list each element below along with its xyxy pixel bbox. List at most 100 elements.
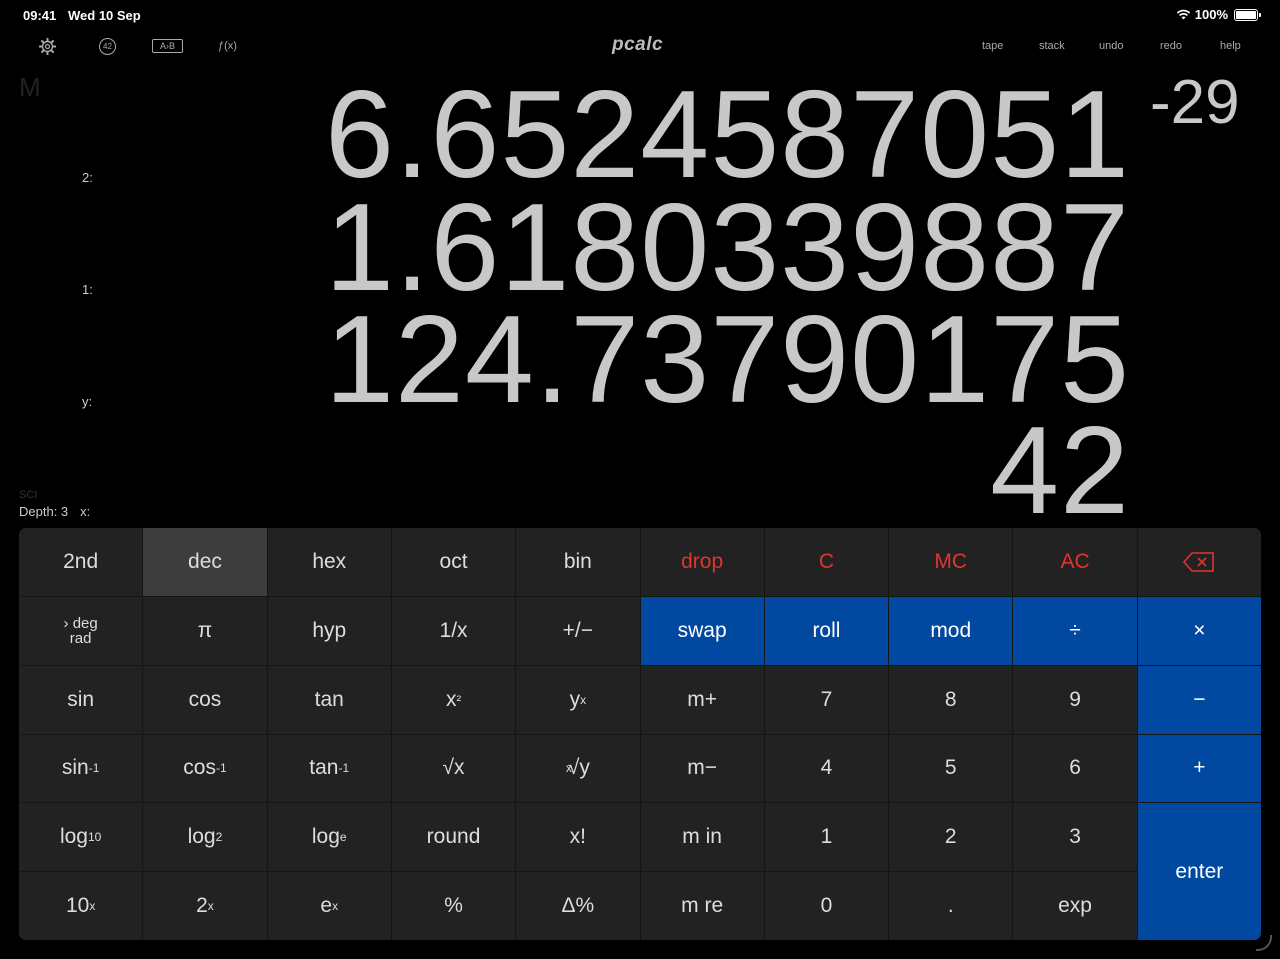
rad-label: rad [69, 629, 92, 647]
mode-indicator: SCI [19, 489, 38, 501]
stack-value-x[interactable]: 42 [990, 409, 1130, 533]
decimal-point-key[interactable]: . [889, 872, 1013, 940]
binary-mode-key[interactable]: bin [516, 528, 640, 596]
digit-8-key[interactable]: 8 [889, 665, 1013, 734]
redo-link[interactable]: redo [1160, 40, 1182, 52]
log2-sub: 2 [215, 830, 223, 845]
negate-key[interactable]: +/− [516, 596, 640, 665]
ten-power-key[interactable]: 10 x [19, 872, 143, 940]
constant-42-icon[interactable]: 42 [99, 38, 116, 55]
digit-9-key[interactable]: 9 [1013, 665, 1137, 734]
status-right: 100% [1176, 7, 1261, 22]
log2-key[interactable]: log 2 [143, 803, 267, 872]
roll-key[interactable]: roll [764, 596, 889, 665]
round-key[interactable]: round [391, 803, 516, 872]
ten-power-base: 10 [65, 894, 90, 918]
deg-rad-key[interactable]: › deg rad [19, 596, 143, 665]
exp-power-key[interactable]: ex [267, 872, 391, 940]
digit-3-key[interactable]: 3 [1013, 803, 1137, 872]
swap-key[interactable]: swap [640, 596, 764, 665]
stack-depth: Depth: 3 x: [19, 504, 90, 519]
power-key[interactable]: yx [516, 665, 640, 734]
battery-percent: 100% [1194, 7, 1228, 22]
help-link[interactable]: help [1220, 40, 1241, 52]
arctan-base: tan [309, 756, 339, 780]
depth-text: Depth: 3 [19, 504, 69, 519]
mod-key[interactable]: mod [889, 596, 1013, 665]
exp-power-exp: x [332, 899, 339, 914]
nth-root-key[interactable]: x √y [516, 734, 640, 803]
percent-key[interactable]: % [391, 872, 516, 940]
nth-root-body: √y [567, 756, 590, 780]
ln-key[interactable]: log e [267, 803, 391, 872]
stack-label-1: 1: [82, 282, 93, 297]
multiply-key[interactable]: × [1137, 596, 1261, 665]
octal-mode-key[interactable]: oct [391, 528, 516, 596]
factorial-key[interactable]: x! [516, 803, 640, 872]
drop-key[interactable]: drop [640, 528, 764, 596]
keypad: 2nd dec hex oct bin drop C MC AC › deg r… [19, 528, 1261, 940]
arccos-base: cos [183, 756, 216, 780]
exponent-entry-key[interactable]: exp [1013, 872, 1137, 940]
subtract-key[interactable]: − [1137, 665, 1261, 734]
wifi-icon [1176, 9, 1190, 20]
enter-key[interactable]: enter [1137, 803, 1261, 940]
digit-7-key[interactable]: 7 [764, 665, 889, 734]
digit-2-key[interactable]: 2 [889, 803, 1013, 872]
stack-link[interactable]: stack [1039, 40, 1065, 52]
exp-power-base: e [320, 894, 333, 918]
arccos-exp: -1 [215, 761, 227, 776]
pi-key[interactable]: π [143, 596, 267, 665]
backspace-icon [1183, 552, 1215, 572]
add-key[interactable]: + [1137, 734, 1261, 803]
percent-change-key[interactable]: Δ% [516, 872, 640, 940]
status-date: Wed 10 Sep [68, 8, 141, 23]
divide-key[interactable]: ÷ [1013, 596, 1137, 665]
arcsin-key[interactable]: sin -1 [19, 734, 143, 803]
digit-1-key[interactable]: 1 [764, 803, 889, 872]
memory-recall-key[interactable]: m re [640, 872, 764, 940]
hyperbolic-key[interactable]: hyp [267, 596, 391, 665]
decimal-mode-key[interactable]: dec [143, 528, 267, 596]
backspace-key[interactable] [1137, 528, 1261, 596]
stack-label-x: x: [80, 504, 91, 519]
digit-0-key[interactable]: 0 [764, 872, 889, 940]
ten-power-exp: x [89, 899, 96, 914]
digit-6-key[interactable]: 6 [1013, 734, 1137, 803]
log10-key[interactable]: log 10 [19, 803, 143, 872]
stack-label-2: 2: [82, 170, 93, 185]
tan-key[interactable]: tan [267, 665, 391, 734]
all-clear-key[interactable]: AC [1013, 528, 1137, 596]
ln-sub: e [339, 830, 347, 845]
memory-add-key[interactable]: m+ [640, 665, 764, 734]
two-power-key[interactable]: 2x [143, 872, 267, 940]
power-base: y [569, 687, 581, 711]
digit-5-key[interactable]: 5 [889, 734, 1013, 803]
reciprocal-key[interactable]: 1/x [391, 596, 516, 665]
power-exp: x [580, 692, 587, 707]
square-key[interactable]: x² [391, 665, 516, 734]
deg-rad-label: › deg rad [64, 616, 98, 646]
gear-icon[interactable] [39, 38, 56, 55]
conversion-icon[interactable]: A›B [152, 39, 183, 53]
digit-4-key[interactable]: 4 [764, 734, 889, 803]
log10-sub: 10 [87, 830, 102, 845]
arctan-key[interactable]: tan -1 [267, 734, 391, 803]
second-function-key[interactable]: 2nd [19, 528, 143, 596]
sin-key[interactable]: sin [19, 665, 143, 734]
functions-button[interactable]: ƒ(x) [218, 40, 237, 52]
memory-clear-key[interactable]: MC [889, 528, 1013, 596]
resize-handle[interactable] [1256, 935, 1272, 951]
deg-label: › deg [63, 614, 98, 632]
log2-base: log [187, 825, 216, 849]
square-root-key[interactable]: √x [391, 734, 516, 803]
undo-link[interactable]: undo [1099, 40, 1123, 52]
arccos-key[interactable]: cos -1 [143, 734, 267, 803]
memory-in-key[interactable]: m in [640, 803, 764, 872]
ln-base: log [311, 825, 340, 849]
hex-mode-key[interactable]: hex [267, 528, 391, 596]
memory-subtract-key[interactable]: m− [640, 734, 764, 803]
cos-key[interactable]: cos [143, 665, 267, 734]
tape-link[interactable]: tape [982, 40, 1003, 52]
clear-key[interactable]: C [764, 528, 889, 596]
